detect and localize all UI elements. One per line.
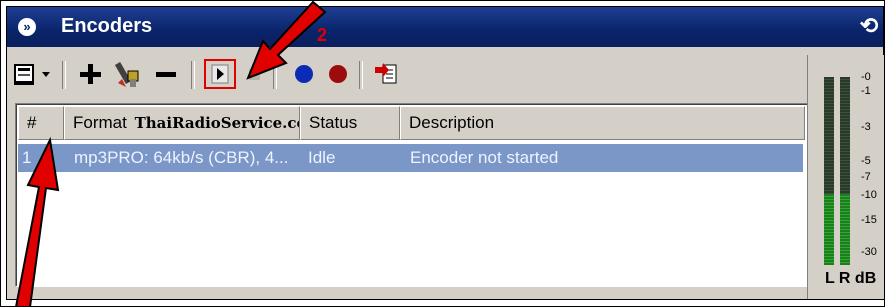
start-icon (211, 64, 229, 84)
window-title: Encoders (61, 15, 153, 37)
export-icon (375, 63, 397, 84)
encoders-window: » Encoders 2 ⟲ # Format ThaiRadioService… (6, 6, 884, 300)
add-icon (80, 64, 101, 84)
right-channel-bar (840, 77, 850, 265)
close-icon[interactable]: ⟲ (857, 13, 881, 39)
column-label: Description (409, 113, 495, 132)
remove-encoder-button[interactable] (151, 59, 181, 89)
column-label: Status (309, 113, 358, 132)
encoder-menu-dropdown[interactable] (39, 59, 53, 89)
left-channel-bar (824, 77, 834, 265)
screenshot-frame: » Encoders 2 ⟲ # Format ThaiRadioService… (0, 0, 885, 307)
encoders-list[interactable]: # Format ThaiRadioService.com Status Des… (15, 103, 808, 287)
meter-tick: -30 (861, 246, 877, 258)
add-encoder-button[interactable] (75, 59, 105, 89)
meter-tick: -15 (861, 214, 877, 226)
meter-tick: -0 (861, 71, 871, 83)
encoder-menu-icon (14, 64, 34, 85)
column-label: Format (73, 113, 127, 132)
column-header-description[interactable]: Description (400, 106, 805, 140)
toolbar-separator (359, 61, 363, 89)
encoder-menu-button[interactable] (11, 59, 37, 89)
column-header-status[interactable]: Status (300, 106, 400, 140)
configure-icon (114, 61, 139, 87)
annotation-arrow-row (14, 136, 60, 307)
title-bar[interactable]: » Encoders 2 ⟲ (7, 7, 883, 47)
meter-tick: -7 (861, 171, 871, 183)
annotation-arrow-start (246, 0, 327, 80)
remove-icon (156, 72, 176, 77)
table-row[interactable]: 1 mp3PRO: 64kb/s (CBR), 4... Idle Encode… (18, 144, 803, 172)
window-icon[interactable]: » (18, 18, 36, 36)
meter-tick: -10 (861, 189, 877, 201)
column-header-format[interactable]: Format ThaiRadioService.com (64, 106, 300, 140)
meter-tick: -5 (861, 155, 871, 167)
meter-tick: -1 (861, 85, 871, 97)
dropdown-arrow-icon (42, 72, 50, 77)
level-meter: -0 -1 -3 -5 -7 -10 -15 -30 L R dB (807, 55, 884, 299)
configure-encoder-button[interactable] (111, 59, 145, 89)
toolbar (7, 51, 807, 101)
row-format: mp3PRO: 64kb/s (CBR), 4... (74, 148, 289, 167)
row-description: Encoder not started (410, 148, 559, 167)
toolbar-separator (62, 61, 66, 89)
red-record-icon (329, 65, 347, 83)
row-status: Idle (308, 148, 336, 167)
watermark-text: ThaiRadioService.com (134, 114, 299, 132)
meter-label: L R dB (825, 270, 877, 287)
export-button[interactable] (371, 59, 401, 89)
meter-tick: -3 (861, 121, 871, 133)
toolbar-separator (191, 61, 195, 89)
